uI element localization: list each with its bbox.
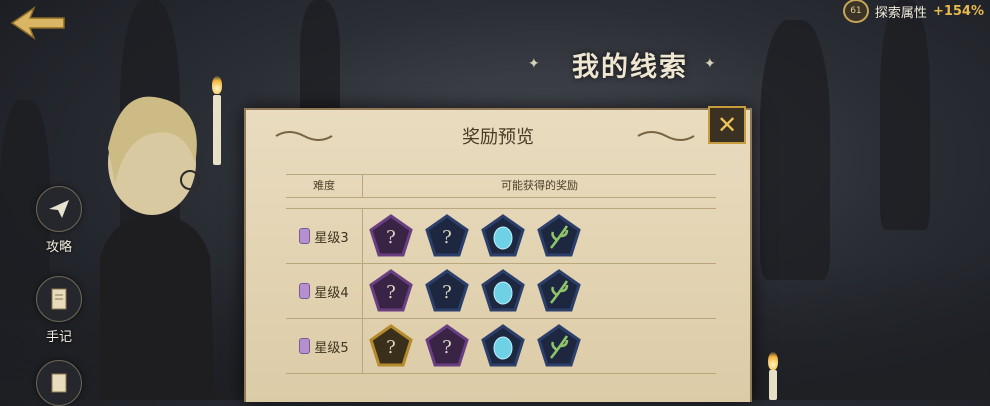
difficulty-cell: 星级4 xyxy=(286,264,362,318)
close-icon: ✕ xyxy=(716,111,738,139)
sparkle-icon: ✦ xyxy=(704,56,716,72)
strategy-label: 攻略 xyxy=(45,240,72,255)
character-portrait xyxy=(80,88,230,400)
blue-mystery-icon[interactable]: ? xyxy=(425,214,469,258)
reward-preview-panel: 奖励预览 ✕ 难度 可能获得的奖励 星级3?? 星级4?? 星级5?? xyxy=(244,106,752,402)
blue-crystal-icon[interactable] xyxy=(481,324,525,368)
herb-icon[interactable] xyxy=(537,324,581,368)
rewards-cell: ?? xyxy=(362,319,716,373)
map-scroll-icon xyxy=(36,360,82,406)
close-button[interactable]: ✕ xyxy=(708,106,746,144)
blue-crystal-icon[interactable] xyxy=(481,269,525,313)
scroll-icon xyxy=(36,276,82,322)
strategy-button[interactable]: 攻略 xyxy=(34,186,84,255)
svg-text:?: ? xyxy=(386,282,396,303)
explore-attribute: 61 探索属性 +154% xyxy=(842,0,984,23)
page-title: 我的线索 xyxy=(572,52,688,83)
column-difficulty: 难度 xyxy=(313,179,335,192)
svg-text:?: ? xyxy=(442,337,452,358)
difficulty-label: 星级3 xyxy=(314,230,349,246)
svg-text:?: ? xyxy=(442,227,452,248)
explore-level-icon: 61 xyxy=(842,0,869,23)
explore-value: +154% xyxy=(932,3,984,19)
table-body: 星级3?? 星级4?? 星级5?? xyxy=(286,209,716,374)
flourish-icon xyxy=(637,131,695,141)
difficulty-label: 星级4 xyxy=(314,285,349,301)
blue-crystal-icon[interactable] xyxy=(481,214,525,258)
herb-icon[interactable] xyxy=(537,269,581,313)
reward-table: 难度 可能获得的奖励 星级3?? 星级4?? 星级5?? xyxy=(286,174,716,402)
svg-text:?: ? xyxy=(442,282,452,303)
rewards-cell: ?? xyxy=(362,209,716,263)
journal-label: 手记 xyxy=(45,330,72,345)
difficulty-cell: 星级3 xyxy=(286,209,362,263)
svg-text:?: ? xyxy=(386,227,396,248)
difficulty-label: 星级5 xyxy=(314,340,349,356)
explore-label: 探索属性 xyxy=(874,5,927,21)
purple-mystery-icon[interactable]: ? xyxy=(369,269,413,313)
candle xyxy=(769,370,777,400)
journal-button[interactable]: 手记 xyxy=(34,276,84,345)
svg-text:?: ? xyxy=(386,337,396,358)
rewards-cell: ?? xyxy=(362,264,716,318)
blue-mystery-icon[interactable]: ? xyxy=(425,269,469,313)
candle-flame xyxy=(212,76,222,94)
back-button[interactable] xyxy=(8,5,66,41)
column-rewards: 可能获得的奖励 xyxy=(362,175,716,197)
candle xyxy=(213,95,221,165)
purple-mystery-icon[interactable]: ? xyxy=(425,324,469,368)
lantern-icon xyxy=(299,338,311,354)
paper-plane-icon xyxy=(36,186,82,232)
back-arrow-icon xyxy=(10,5,65,41)
candle-flame xyxy=(768,352,778,370)
lantern-icon xyxy=(299,228,311,244)
table-row: 星级4?? xyxy=(286,264,716,319)
table-row: 星级3?? xyxy=(286,209,716,264)
panel-header: 奖励预览 ✕ xyxy=(246,106,750,156)
map-button[interactable] xyxy=(34,360,84,406)
table-header: 难度 可能获得的奖励 xyxy=(286,174,716,198)
table-row: 星级5?? xyxy=(286,319,716,374)
difficulty-cell: 星级5 xyxy=(286,319,362,373)
lantern-icon xyxy=(299,283,311,299)
herb-icon[interactable] xyxy=(537,214,581,258)
gold-mystery-icon[interactable]: ? xyxy=(369,324,413,368)
purple-mystery-icon[interactable]: ? xyxy=(369,214,413,258)
